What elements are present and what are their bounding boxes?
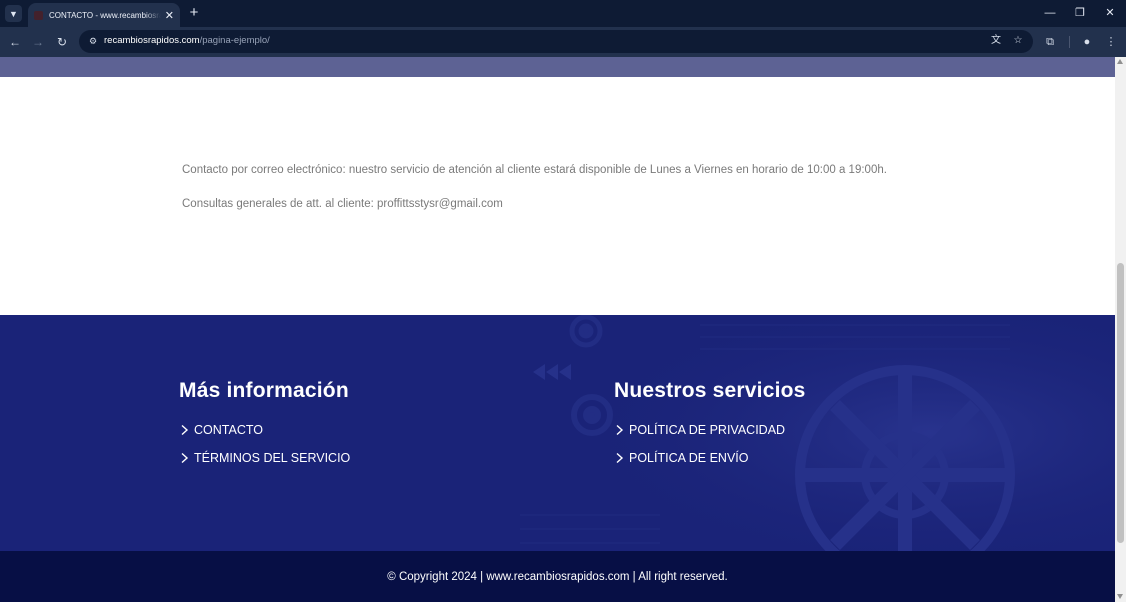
page-scrollbar[interactable] (1115, 57, 1126, 602)
url-path: /pagina-ejemplo/ (199, 35, 270, 46)
toolbar-divider (1069, 36, 1070, 48)
chevron-right-icon (181, 424, 189, 435)
restore-icon: ❐ (1075, 7, 1085, 19)
footer-link-label: POLÍTICA DE ENVÍO (629, 451, 749, 465)
contact-email-text: Consultas generales de att. al cliente: … (182, 198, 503, 210)
close-window-button[interactable]: ✕ (1099, 4, 1121, 22)
scroll-down-icon[interactable] (1117, 594, 1123, 599)
restore-button[interactable]: ❐ (1069, 4, 1091, 22)
copyright-bar: © Copyright 2024 | www.recambiosrapidos.… (0, 551, 1115, 602)
page-viewport: Contacto por correo electrónico: nuestro… (0, 57, 1115, 602)
footer-link-label: POLÍTICA DE PRIVACIDAD (629, 422, 786, 437)
tune-icon[interactable]: ⚙ (86, 34, 100, 48)
contact-hours-text: Contacto por correo electrónico: nuestro… (182, 164, 887, 176)
screenshot-button[interactable]: ⧉ (1041, 33, 1059, 51)
kebab-icon: ⋮ (1105, 36, 1117, 48)
star-icon[interactable]: ☆ (1011, 34, 1025, 48)
close-icon[interactable]: ✕ (165, 9, 174, 22)
favicon-icon (34, 10, 43, 20)
tab-search-button[interactable]: ▼ (5, 5, 22, 22)
footer-links-info: CONTACTO TÉRMINOS DEL SERVICIO (179, 421, 350, 467)
back-button[interactable]: ← (6, 33, 24, 51)
close-icon: ✕ (1105, 7, 1115, 19)
profile-button[interactable]: ● (1078, 33, 1096, 51)
menu-button[interactable]: ⋮ (1102, 33, 1120, 51)
scrollbar-thumb[interactable] (1117, 263, 1124, 543)
arrow-left-icon: ← (9, 35, 21, 49)
translate-icon[interactable]: 文 (989, 34, 1003, 48)
url-text[interactable]: recambiosrapidos.com/pagina-ejemplo/ (104, 35, 270, 46)
reload-button[interactable]: ↻ (53, 33, 71, 51)
footer-link-contacto[interactable]: CONTACTO (179, 421, 350, 438)
site-footer: Más información CONTACTO TÉRMINOS DEL SE… (0, 315, 1115, 551)
minimize-button[interactable]: — (1039, 4, 1061, 22)
footer-link-label: CONTACTO (194, 422, 263, 437)
header-banner (0, 57, 1115, 77)
minimize-icon: — (1044, 7, 1056, 19)
chevron-right-icon (181, 452, 189, 464)
gears-background-icon (0, 315, 1115, 551)
copyright-text: © Copyright 2024 | www.recambiosrapidos.… (387, 571, 728, 583)
browser-tab-bar: ▼ CONTACTO - www.recambiosrapidos.com ✕ … (0, 0, 1126, 27)
footer-link-privacidad[interactable]: POLÍTICA DE PRIVACIDAD (614, 421, 806, 438)
capture-icon: ⧉ (1046, 36, 1054, 48)
forward-button[interactable]: → (29, 33, 47, 51)
arrow-right-icon: → (32, 35, 44, 49)
browser-toolbar: ← → ↻ ⚙ recambiosrapidos.com/pagina-ejem… (0, 27, 1126, 57)
scroll-up-icon[interactable] (1117, 59, 1123, 64)
plus-icon: + (189, 4, 199, 21)
new-tab-button[interactable]: + (186, 4, 202, 22)
footer-links-services: POLÍTICA DE PRIVACIDAD POLÍTICA DE ENVÍO (614, 421, 806, 467)
url-domain: recambiosrapidos.com (104, 35, 200, 46)
chevron-right-icon (616, 452, 624, 464)
chevron-right-icon (616, 424, 624, 435)
reload-icon: ↻ (56, 35, 68, 49)
footer-link-label: TÉRMINOS DEL SERVICIO (194, 451, 351, 465)
footer-column-services: Nuestros servicios POLÍTICA DE PRIVACIDA… (614, 379, 806, 478)
person-icon: ● (1083, 36, 1091, 48)
footer-link-envio[interactable]: POLÍTICA DE ENVÍO (614, 450, 806, 467)
chevron-down-icon: ▼ (9, 8, 18, 19)
browser-tab-active[interactable]: CONTACTO - www.recambiosrapidos.com ✕ (28, 3, 180, 27)
tab-title: CONTACTO - www.recambiosrapidos.com (49, 10, 161, 20)
footer-column-info: Más información CONTACTO TÉRMINOS DEL SE… (179, 379, 350, 478)
footer-heading-services: Nuestros servicios (614, 379, 806, 402)
address-bar[interactable]: ⚙ recambiosrapidos.com/pagina-ejemplo/ 文… (79, 30, 1033, 53)
footer-heading-info: Más información (179, 379, 349, 402)
footer-link-terminos[interactable]: TÉRMINOS DEL SERVICIO (179, 450, 350, 467)
